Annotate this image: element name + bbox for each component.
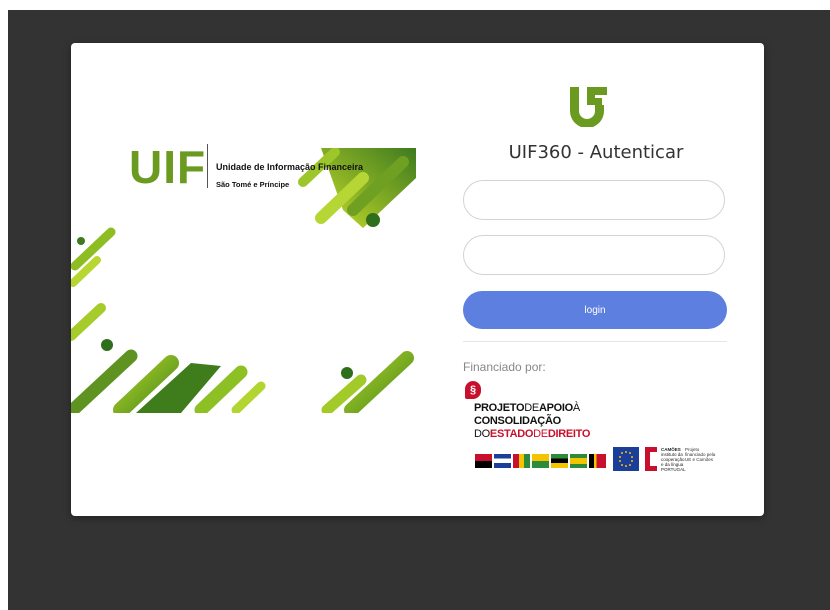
pac-line-3: DOESTADODEDIREITO — [474, 428, 591, 440]
org-country: São Tomé e Príncipe — [216, 180, 290, 189]
password-input[interactable] — [463, 235, 725, 275]
page-title: UIF360 - Autenticar — [508, 142, 684, 163]
login-card: UIF Unidade de Informação Financeira São… — [71, 43, 764, 516]
pac-line-2: CONSOLIDAÇÃO — [474, 415, 561, 427]
uif-logo-text: UIF — [129, 141, 207, 193]
eu-flag-icon — [613, 447, 639, 471]
login-button[interactable]: login — [463, 291, 727, 329]
username-input[interactable] — [463, 180, 725, 220]
uf-logo-icon — [570, 87, 607, 127]
guinea-bissau-flag-icon — [532, 454, 549, 468]
cape-verde-flag-icon — [513, 454, 530, 468]
pac-line-1: PROJETODEAPOIOÀ — [474, 402, 580, 414]
funded-by-label: Financiado por: — [463, 360, 546, 374]
camoes-note: Projeto financiado pela UE e Camões — [685, 447, 716, 462]
angola-flag-icon — [475, 454, 492, 468]
camoes-logo-icon — [645, 447, 657, 471]
paragraph-icon: § — [465, 381, 481, 399]
brazil-flag-icon — [494, 454, 511, 468]
org-name: Unidade de Informação Financeira — [216, 162, 364, 172]
camoes-label: CAMÕES instituto da cooperação e da língu… — [661, 447, 686, 472]
divider — [463, 341, 727, 342]
logo-divider — [207, 144, 208, 188]
sao-tome-flag-icon — [570, 454, 587, 468]
timor-flag-icon — [589, 454, 606, 468]
mozambique-flag-icon — [551, 454, 568, 468]
login-panel: UIF360 - Autenticar login Financiado por… — [463, 43, 729, 516]
